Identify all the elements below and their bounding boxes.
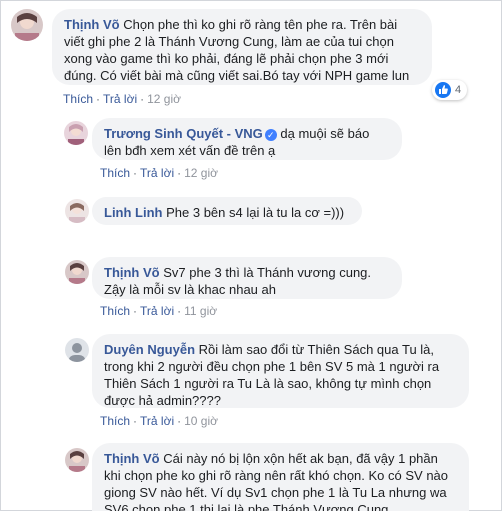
avatar[interactable] [64,121,88,145]
like-button[interactable]: Thích [100,166,130,180]
like-button[interactable]: Thích [100,304,130,318]
comment-author[interactable]: Thịnh Võ [64,17,120,32]
comment-author[interactable]: Thịnh Võ [104,265,160,280]
reaction-badge[interactable]: 4 [432,80,468,100]
avatar[interactable] [65,260,89,284]
reply-button[interactable]: Trả lời [140,304,174,318]
like-icon [435,82,451,98]
like-button[interactable]: Thích [100,414,130,428]
comment-time[interactable]: 12 giờ [184,166,218,180]
avatar[interactable] [65,448,89,472]
verified-icon: ✓ [264,129,277,141]
comment-text: Phe 3 bên s4 lại là tu la cơ =))) [166,205,345,220]
comment-author[interactable]: Thịnh Võ [104,451,160,466]
comment-time[interactable]: 10 giờ [184,414,218,428]
avatar[interactable] [11,9,43,41]
avatar[interactable] [65,199,89,223]
comment-author[interactable]: Duyên Nguyễn [104,342,195,357]
reply-button[interactable]: Trả lời [140,166,174,180]
reaction-count: 4 [455,84,462,96]
comment-time[interactable]: 12 giờ [147,92,181,106]
avatar[interactable] [65,338,89,362]
reply-button[interactable]: Trả lời [140,414,174,428]
comment-author[interactable]: Linh Linh [104,205,162,220]
reply-button[interactable]: Trả lời [103,92,137,106]
like-button[interactable]: Thích [63,92,93,106]
comment-time[interactable]: 11 giờ [184,304,217,318]
comment-author[interactable]: Trương Sinh Quyết - VNG [104,126,263,141]
